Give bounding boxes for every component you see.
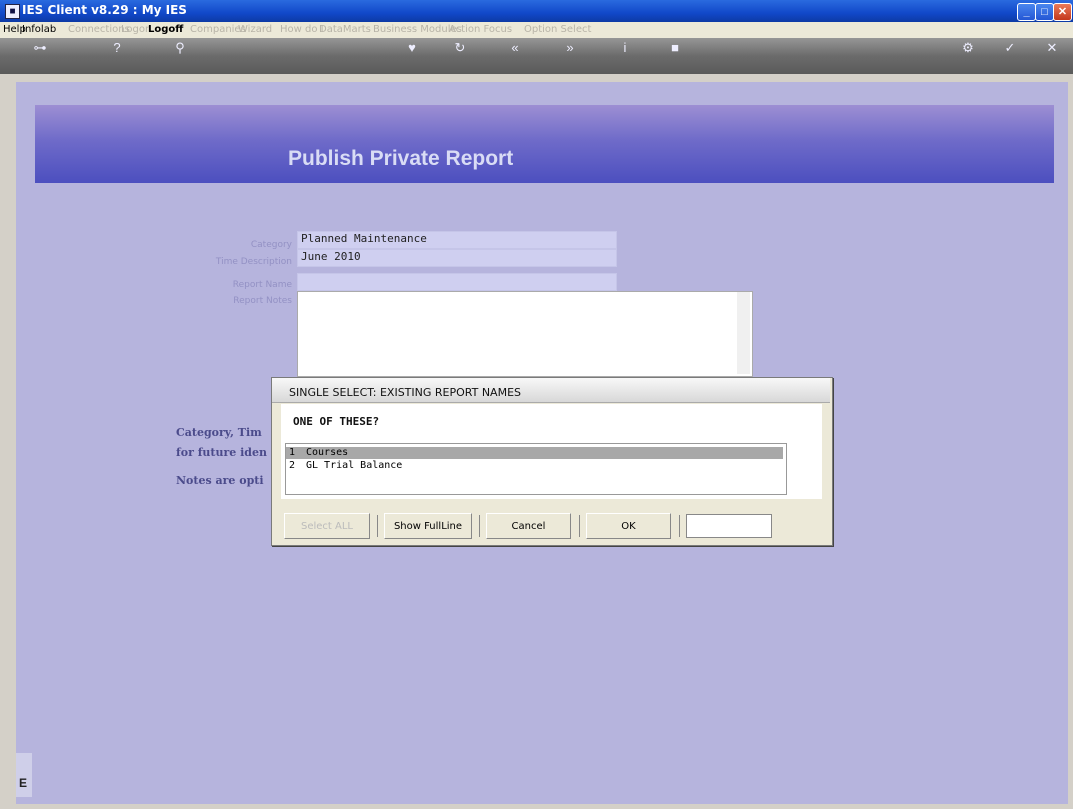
- menu-item-action-focus[interactable]: Action Focus: [449, 24, 512, 35]
- report-notes-label: Report Notes: [233, 296, 292, 306]
- menu-item-datamarts[interactable]: DataMarts: [319, 24, 371, 35]
- menu-item-infolab[interactable]: Infolab: [22, 24, 56, 35]
- check-icon[interactable]: ✓: [1000, 40, 1020, 56]
- page-title: Publish Private Report: [288, 147, 514, 170]
- ok-button[interactable]: OK: [586, 513, 671, 539]
- menu-item-wizard[interactable]: Wizard: [238, 24, 272, 35]
- close-window-button[interactable]: ✕: [1053, 3, 1072, 21]
- menu-item-how-do-i[interactable]: How do I: [280, 24, 324, 35]
- button-separator: [579, 515, 580, 537]
- list-item-text: GL Trial Balance: [306, 460, 403, 471]
- report-name-field[interactable]: [297, 273, 617, 291]
- help-text-line-2: for future iden: [176, 446, 267, 459]
- maximize-button[interactable]: □: [1035, 3, 1054, 21]
- category-field[interactable]: Planned Maintenance: [297, 231, 617, 249]
- button-separator: [377, 515, 378, 537]
- report-notes-field[interactable]: [297, 291, 753, 377]
- dialog-title: SINGLE SELECT: EXISTING REPORT NAMES: [289, 386, 522, 399]
- square-icon[interactable]: ■: [665, 40, 685, 56]
- banner: [35, 105, 1054, 183]
- forward-icon[interactable]: »: [560, 40, 580, 56]
- selection-input[interactable]: [686, 514, 772, 538]
- button-separator: [479, 515, 480, 537]
- list-item-text: Courses: [306, 447, 349, 458]
- refresh-icon[interactable]: ↻: [450, 40, 470, 56]
- search-icon[interactable]: ⚲: [170, 40, 190, 56]
- back-icon[interactable]: «: [505, 40, 525, 56]
- help-icon[interactable]: ?: [107, 40, 127, 56]
- close-icon[interactable]: ✕: [1042, 40, 1062, 56]
- settings-icon[interactable]: ⚙: [958, 40, 978, 56]
- list-item-number: 1: [289, 447, 296, 458]
- side-panel-stub: [16, 753, 32, 797]
- cancel-button[interactable]: Cancel: [486, 513, 571, 539]
- heart-icon[interactable]: ♥: [402, 40, 422, 56]
- help-text-line-3: Notes are opti: [176, 474, 264, 487]
- key-icon[interactable]: ⊶: [30, 40, 50, 56]
- minimize-button[interactable]: _: [1017, 3, 1036, 21]
- app-icon: ■: [5, 4, 20, 19]
- dialog-prompt: ONE OF THESE?: [293, 415, 380, 428]
- select-all-button[interactable]: Select ALL: [284, 513, 370, 539]
- info-icon[interactable]: i: [615, 40, 635, 56]
- menu-item-logon[interactable]: Logon: [121, 24, 151, 35]
- menu-item-option-select[interactable]: Option Select: [524, 24, 591, 35]
- list-item-number: 2: [289, 460, 296, 471]
- list-item[interactable]: 1 Courses: [286, 447, 783, 459]
- button-separator: [679, 515, 680, 537]
- help-text-line-1: Category, Tim: [176, 426, 262, 439]
- time-description-field[interactable]: June 2010: [297, 249, 617, 267]
- status-icon: E: [19, 776, 28, 790]
- toolbar: [0, 38, 1073, 74]
- notes-scrollbar[interactable]: [737, 292, 750, 374]
- list-item[interactable]: 2 GL Trial Balance: [286, 460, 783, 472]
- show-full-line-button[interactable]: Show FullLine: [384, 513, 472, 539]
- time-description-label: Time Description: [215, 257, 292, 267]
- category-label: Category: [250, 240, 292, 250]
- menu-item-logoff[interactable]: Logoff: [148, 24, 183, 35]
- report-name-label: Report Name: [232, 280, 292, 290]
- window-title: IES Client v8.29 : My IES: [22, 3, 187, 17]
